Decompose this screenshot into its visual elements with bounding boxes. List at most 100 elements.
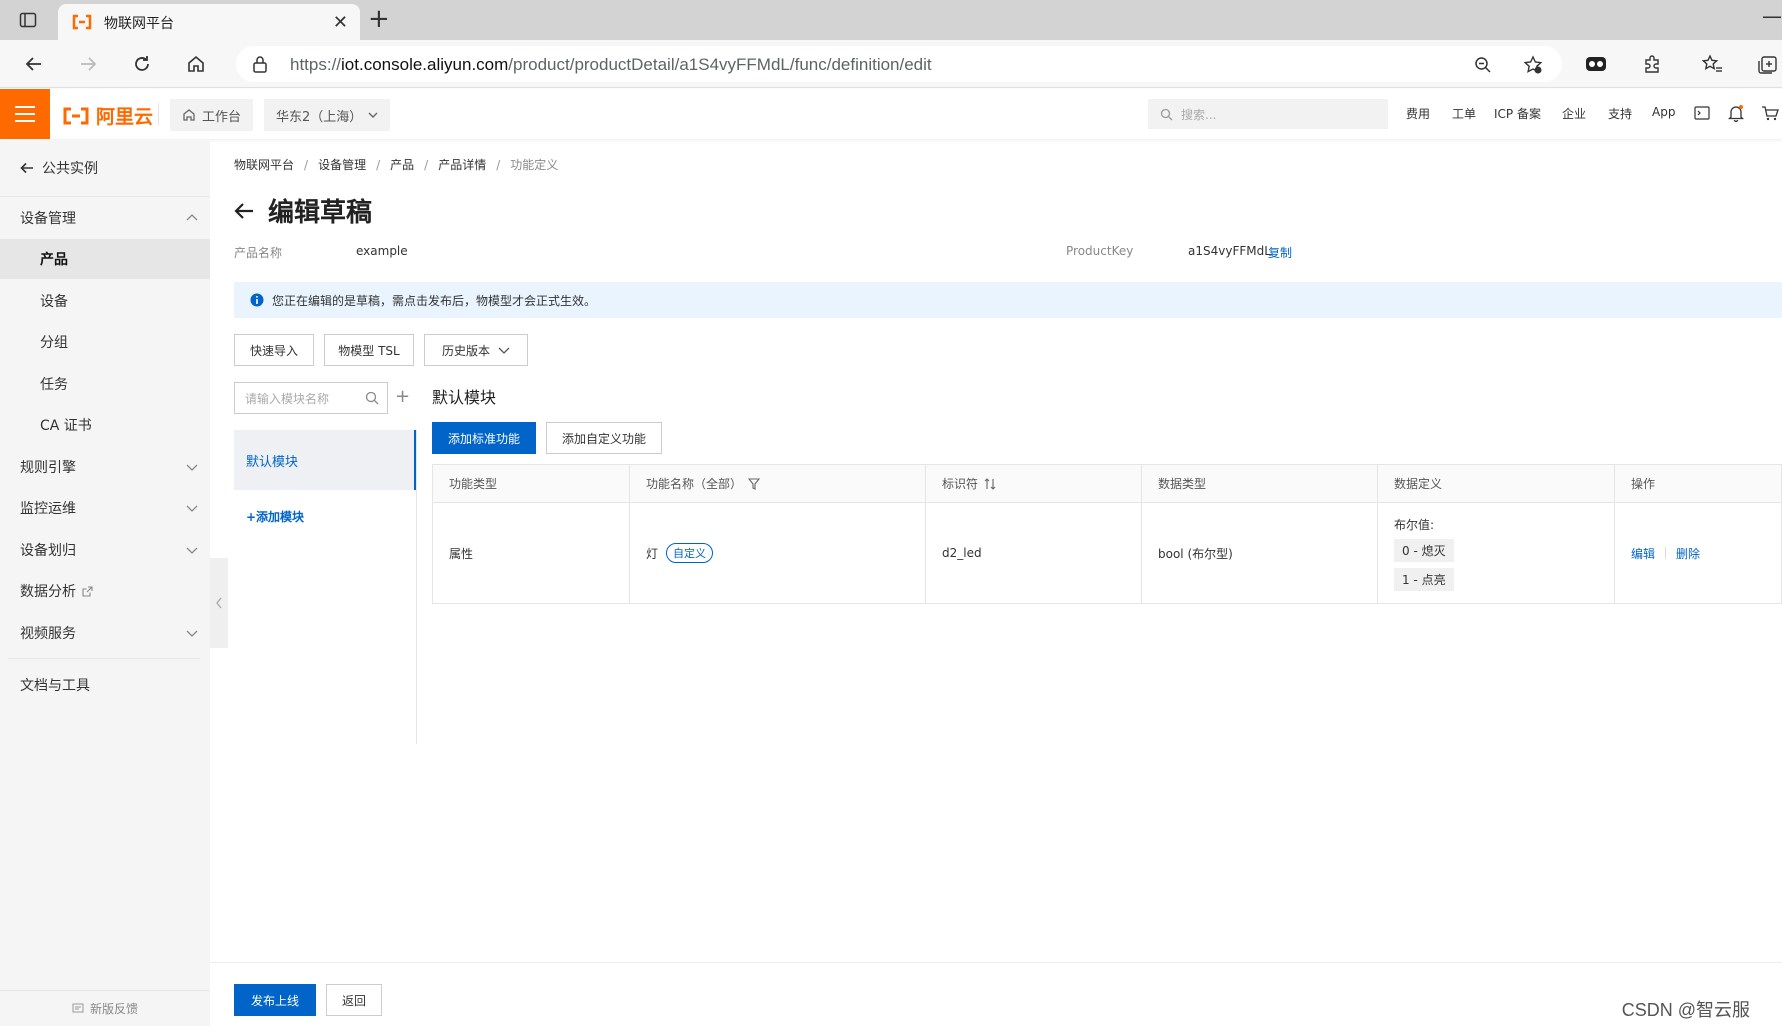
nav-link-tickets[interactable]: 工单 <box>1452 105 1476 122</box>
sidebar-item-data-analysis[interactable]: 数据分析 <box>0 571 210 611</box>
nav-link-enterprise[interactable]: 企业 <box>1562 105 1586 122</box>
breadcrumb-item[interactable]: 设备管理 <box>318 156 366 173</box>
add-module-link[interactable]: +添加模块 <box>246 508 304 525</box>
product-key-label: ProductKey <box>1066 244 1134 258</box>
module-search-input[interactable]: 请输入模块名称 <box>234 382 388 414</box>
breadcrumb-separator: / <box>496 157 501 172</box>
sidebar-item-label: 任务 <box>40 377 68 393</box>
tab-actions-icon[interactable] <box>16 8 40 32</box>
tsl-button[interactable]: 物模型 TSL <box>324 334 414 366</box>
sidebar-item-docs-tools[interactable]: 文档与工具 <box>0 665 210 705</box>
sidebar-item-device-management[interactable]: 设备管理 <box>0 198 210 238</box>
sidebar-item-monitoring[interactable]: 监控运维 <box>0 488 210 528</box>
puzzle-icon[interactable] <box>1640 52 1664 76</box>
sidebar-item-video[interactable]: 视频服务 <box>0 613 210 653</box>
terminal-icon[interactable] <box>1692 103 1712 123</box>
publish-button[interactable]: 发布上线 <box>234 984 316 1016</box>
chevron-down-icon <box>186 547 198 554</box>
edit-link[interactable]: 编辑 <box>1631 545 1655 562</box>
aliyun-logo[interactable]: 阿里云 <box>62 102 153 129</box>
external-link-icon <box>82 585 93 597</box>
breadcrumb: 物联网平台 / 设备管理 / 产品 / 产品详情 / 功能定义 <box>234 156 558 173</box>
bell-icon[interactable] <box>1726 103 1746 123</box>
table-row: 属性 灯 自定义 d2_led bool (布尔型) 布尔值: 0 - 熄灭 1… <box>433 503 1781 603</box>
back-to-instances[interactable]: 公共实例 <box>20 158 98 178</box>
delete-link[interactable]: 删除 <box>1676 545 1700 562</box>
minimize-icon[interactable]: — <box>1762 4 1782 28</box>
cell-type: 属性 <box>433 503 630 603</box>
history-version-button[interactable]: 历史版本 <box>424 334 528 366</box>
collections-icon[interactable] <box>1756 52 1780 76</box>
filter-icon[interactable] <box>748 477 761 490</box>
add-custom-function-button[interactable]: 添加自定义功能 <box>546 422 662 454</box>
module-search-placeholder: 请输入模块名称 <box>245 391 330 406</box>
divider <box>1665 547 1667 559</box>
browser-tab[interactable]: 物联网平台 ✕ <box>58 4 360 40</box>
return-button[interactable]: 返回 <box>326 984 382 1016</box>
sidebar-item-device[interactable]: 设备 <box>0 281 210 321</box>
column-header-name[interactable]: 功能名称（全部） <box>630 465 926 502</box>
breadcrumb-item[interactable]: 产品 <box>390 156 414 173</box>
new-tab-icon[interactable]: + <box>368 6 390 32</box>
lock-icon[interactable] <box>252 55 268 76</box>
nav-link-fees[interactable]: 费用 <box>1406 105 1430 122</box>
zoom-icon[interactable] <box>1472 54 1494 76</box>
function-table: 功能类型 功能名称（全部） 标识符 数据类型 数据定义 操作 属性 灯 自定义 … <box>432 464 1782 604</box>
cart-icon[interactable] <box>1760 103 1780 123</box>
chevron-down-icon <box>186 630 198 637</box>
extension-icon[interactable] <box>1584 52 1608 76</box>
chevron-down-icon <box>186 464 198 471</box>
home-icon[interactable] <box>182 50 210 78</box>
definition-title: 布尔值: <box>1394 517 1435 532</box>
favorites-icon[interactable] <box>1700 52 1724 76</box>
sidebar-item-ca-cert[interactable]: CA 证书 <box>0 405 210 445</box>
url-path: /product/productDetail/a1S4vyFFMdL/func/… <box>508 55 932 74</box>
url-prefix: https:// <box>290 55 342 74</box>
sidebar-item-label: 分组 <box>40 335 68 351</box>
back-arrow-icon[interactable] <box>234 202 254 220</box>
menu-icon[interactable] <box>0 89 50 139</box>
add-favorite-icon[interactable] <box>1522 54 1544 76</box>
sidebar-item-task[interactable]: 任务 <box>0 364 210 404</box>
region-selector[interactable]: 华东2（上海） <box>264 99 391 131</box>
sort-icon[interactable] <box>984 477 996 490</box>
workbench-button[interactable]: 工作台 <box>170 99 254 131</box>
definition-value: 0 - 熄灭 <box>1394 538 1454 562</box>
nav-link-app[interactable]: App <box>1652 105 1675 119</box>
sidebar-item-device-assignment[interactable]: 设备划归 <box>0 530 210 570</box>
nav-link-icp[interactable]: ICP 备案 <box>1494 105 1541 122</box>
search-icon[interactable] <box>365 391 379 405</box>
close-icon[interactable]: ✕ <box>333 12 348 33</box>
quick-import-button[interactable]: 快速导入 <box>234 334 314 366</box>
back-icon[interactable] <box>20 50 48 78</box>
sidebar-item-rule-engine[interactable]: 规则引擎 <box>0 447 210 487</box>
forward-icon[interactable] <box>74 50 102 78</box>
chevron-up-icon <box>186 214 198 221</box>
sidebar-item-label: 设备 <box>40 294 68 310</box>
column-header-identifier[interactable]: 标识符 <box>926 465 1142 502</box>
sidebar: 公共实例 设备管理 产品 设备 分组 任务 CA 证书 规则引擎 监控运维 设备… <box>0 140 210 1026</box>
add-standard-function-button[interactable]: 添加标准功能 <box>432 422 536 454</box>
feedback-button[interactable]: 新版反馈 <box>0 990 210 1026</box>
cell-data-definition: 布尔值: 0 - 熄灭 1 - 点亮 <box>1378 503 1615 603</box>
url-bar[interactable]: https://iot.console.aliyun.com/product/p… <box>236 46 1562 82</box>
home-icon <box>183 109 195 121</box>
copy-link[interactable]: 复制 <box>1268 244 1292 261</box>
column-header-type: 功能类型 <box>433 465 630 502</box>
breadcrumb-item[interactable]: 产品详情 <box>438 156 486 173</box>
url-text: https://iot.console.aliyun.com/product/p… <box>290 55 932 75</box>
add-module-icon[interactable]: + <box>395 388 410 406</box>
sidebar-item-product[interactable]: 产品 <box>0 239 210 279</box>
breadcrumb-separator: / <box>376 157 381 172</box>
product-name-value: example <box>356 244 408 258</box>
page-title: 编辑草稿 <box>268 198 373 228</box>
breadcrumb-separator: / <box>304 157 309 172</box>
sidebar-item-group[interactable]: 分组 <box>0 322 210 362</box>
reload-icon[interactable] <box>128 50 156 78</box>
global-search-input[interactable]: 搜索... <box>1148 99 1388 129</box>
draft-notice: 您正在编辑的是草稿，需点击发布后，物模型才会正式生效。 <box>234 282 1782 318</box>
breadcrumb-item[interactable]: 物联网平台 <box>234 156 294 173</box>
cell-actions: 编辑 删除 <box>1615 503 1782 603</box>
nav-link-support[interactable]: 支持 <box>1608 105 1632 122</box>
module-item-default[interactable]: 默认模块 <box>234 430 416 490</box>
